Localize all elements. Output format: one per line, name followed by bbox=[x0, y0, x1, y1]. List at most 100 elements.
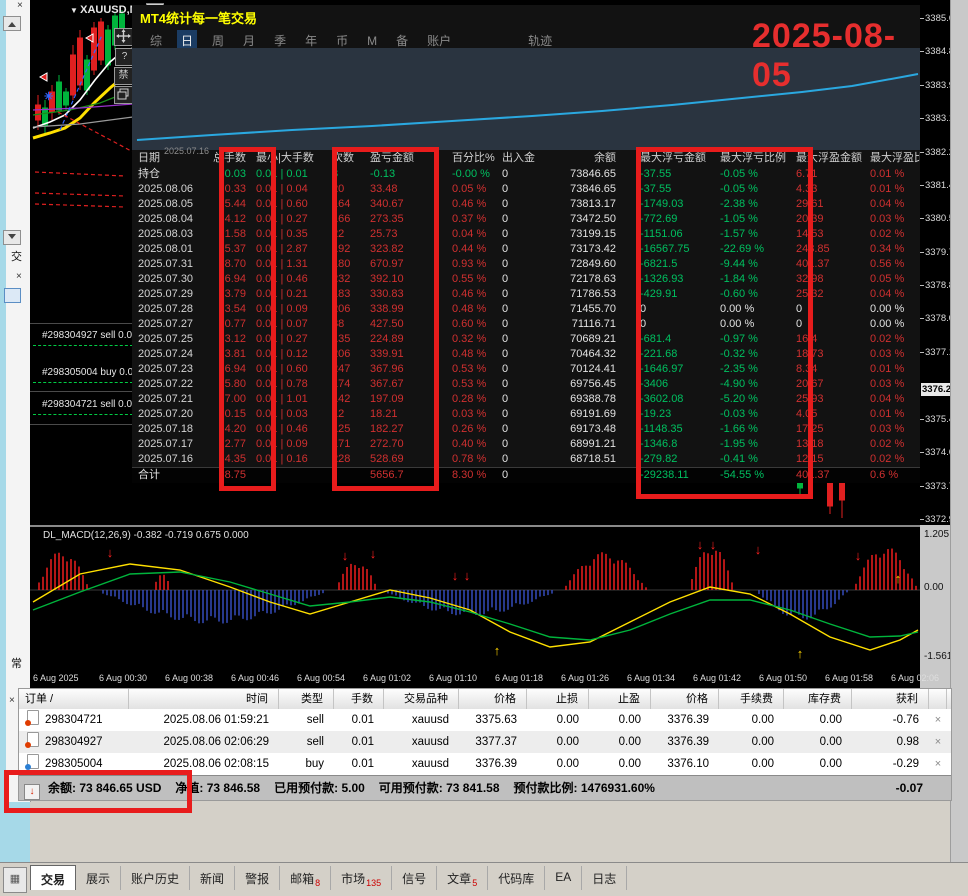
forbid-icon[interactable]: 禁 bbox=[114, 67, 133, 85]
order-cell-profit: 0.98 bbox=[896, 736, 919, 748]
order-cell-commission: 0.00 bbox=[751, 714, 774, 726]
time-tick: 6 Aug 2025 bbox=[33, 673, 79, 683]
terminal-tab-日志[interactable]: 日志 bbox=[582, 866, 628, 890]
terminal-tab-展示[interactable]: 展示 bbox=[76, 866, 122, 890]
orders-col-header[interactable]: 止盈 bbox=[589, 689, 651, 709]
dock-tab-common[interactable]: 常 bbox=[11, 655, 22, 671]
stats-cell: 0 bbox=[502, 378, 509, 390]
annotation-box-total-lots bbox=[219, 147, 276, 491]
orders-col-header[interactable]: 手数 bbox=[334, 689, 384, 709]
orders-col-header[interactable]: 交易品种 bbox=[384, 689, 459, 709]
stats-cell: 2025.08.03 bbox=[138, 228, 194, 240]
stats-cell: 2025.07.21 bbox=[138, 393, 194, 405]
terminal-tab-代码库[interactable]: 代码库 bbox=[488, 866, 546, 890]
order-cell-swap: 0.00 bbox=[819, 758, 842, 770]
scroll-down-button[interactable] bbox=[3, 230, 21, 245]
terminal-tab-文章[interactable]: 文章5 bbox=[437, 866, 489, 890]
orders-col-header[interactable]: 类型 bbox=[279, 689, 334, 709]
close-order-icon[interactable]: × bbox=[929, 709, 947, 731]
orders-col-header[interactable]: 时间 bbox=[129, 689, 279, 709]
summary-segment: 预付款比例: 1476931.60% bbox=[513, 781, 655, 795]
svg-text:↓: ↓ bbox=[342, 548, 349, 563]
terminal-tab-信号[interactable]: 信号 bbox=[392, 866, 438, 890]
order-row[interactable]: 298304927 2025.08.06 02:06:29 sell 0.01 xauu… bbox=[19, 731, 951, 753]
order-cell-tp: 0.00 bbox=[618, 714, 641, 726]
order-cell-swap: 0.00 bbox=[819, 736, 842, 748]
stats-cell: 2025.08.04 bbox=[138, 213, 194, 225]
calendar-icon[interactable] bbox=[4, 288, 21, 303]
stats-tab-M[interactable]: M bbox=[363, 32, 381, 50]
dock-tab-trade[interactable]: 交 bbox=[11, 248, 22, 264]
terminal-close-icon[interactable]: × bbox=[9, 696, 15, 706]
terminal-tab-邮箱[interactable]: 邮箱8 bbox=[280, 866, 332, 890]
terminal-tab-EA[interactable]: EA bbox=[545, 866, 583, 890]
macd-subwindow[interactable]: DL_MACD(12,26,9) -0.382 -0.719 0.675 0.0… bbox=[30, 525, 920, 671]
order-cell-sl: 0.00 bbox=[556, 736, 579, 748]
stats-cell: 2025.07.28 bbox=[138, 303, 194, 315]
summary-segment: 可用预付款: 73 841.58 bbox=[378, 781, 500, 795]
orders-col-header[interactable]: 订单 / bbox=[19, 689, 129, 709]
dropdown-arrow-icon: ▼ bbox=[70, 6, 81, 15]
orders-col-header[interactable]: 获利 bbox=[852, 689, 929, 709]
stats-cell: 0.28 % bbox=[452, 393, 487, 405]
col-header: 出入金 bbox=[502, 152, 535, 164]
stats-cell: 71786.53 bbox=[570, 288, 616, 300]
scroll-up-button[interactable] bbox=[3, 16, 21, 31]
time-tick: 6 Aug 02:06 bbox=[891, 673, 940, 683]
time-tick: 6 Aug 00:30 bbox=[99, 673, 148, 683]
close-order-icon[interactable]: × bbox=[929, 753, 947, 775]
orders-col-header[interactable]: 止损 bbox=[527, 689, 589, 709]
order-cell-price2: 3376.39 bbox=[667, 714, 709, 726]
order-cell-time: 2025.08.06 01:59:21 bbox=[163, 714, 269, 726]
stats-cell bbox=[546, 468, 618, 483]
stats-cell: 0 bbox=[502, 168, 509, 180]
order-cell-lots: 0.01 bbox=[351, 736, 374, 748]
current-price-badge: 3376.22 bbox=[921, 383, 957, 396]
terminal-tab-账户历史[interactable]: 账户历史 bbox=[121, 866, 191, 890]
time-axis[interactable]: 6 Aug 2025 6 Aug 00:30 6 Aug 00:38 6 Aug 00… bbox=[30, 668, 939, 688]
order-row[interactable]: 298304721 2025.08.06 01:59:21 sell 0.01 xauu… bbox=[19, 709, 951, 731]
stats-cell: 68991.21 bbox=[570, 438, 616, 450]
stats-cell: 0.46 % bbox=[452, 198, 487, 210]
stats-cell: 73846.65 bbox=[570, 183, 616, 195]
svg-text:✳: ✳ bbox=[44, 91, 53, 103]
dock-handle-icon[interactable]: ▦ bbox=[3, 867, 27, 893]
dock-close-icon[interactable]: × bbox=[16, 272, 22, 282]
dock-close-icon[interactable]: × bbox=[17, 1, 23, 11]
tab-badge: 5 bbox=[472, 878, 478, 888]
order-cell-type: sell bbox=[306, 714, 324, 726]
stats-cell: 0.02 % bbox=[870, 333, 905, 345]
terminal-tab-交易[interactable]: 交易 bbox=[30, 865, 77, 890]
stats-cell: 70464.32 bbox=[570, 348, 616, 360]
orders-col-header[interactable]: 价格 bbox=[459, 689, 527, 709]
orders-col-header[interactable]: 库存费 bbox=[784, 689, 852, 709]
stats-cell: 69191.69 bbox=[570, 408, 616, 420]
order-cell-profit: -0.29 bbox=[892, 758, 919, 770]
svg-text:↓: ↓ bbox=[755, 542, 762, 557]
move-tool-icon[interactable] bbox=[114, 28, 133, 46]
stats-cell: 0 bbox=[502, 393, 509, 405]
orders-table-header[interactable]: 订单 / 时间 类型 手数 交易品种 价格 止损 止盈 价格 手续费 库存费 获利 bbox=[19, 689, 951, 709]
orders-col-header[interactable]: 价格 bbox=[651, 689, 719, 709]
stats-cell: -0.00 % bbox=[452, 168, 490, 180]
window-restore-icon[interactable] bbox=[114, 86, 133, 104]
order-cell-tp: 0.00 bbox=[618, 758, 641, 770]
order-cell-type: buy bbox=[305, 758, 324, 770]
stats-cell: 持仓 bbox=[138, 168, 160, 180]
terminal-tab-警报[interactable]: 警报 bbox=[235, 866, 281, 890]
orders-col-header[interactable] bbox=[929, 689, 947, 709]
stats-cell: 0 bbox=[502, 333, 509, 345]
terminal-tab-bar: ▦ 交易 展示 账户历史 新闻 警报 邮箱8 市场135 信号 文章5 代码库 EA 日志 bbox=[0, 862, 968, 896]
terminal-tab-市场[interactable]: 市场135 bbox=[331, 866, 393, 890]
time-tick: 6 Aug 00:54 bbox=[297, 673, 346, 683]
time-tick: 6 Aug 01:34 bbox=[627, 673, 676, 683]
annotation-box-count-pl bbox=[332, 147, 439, 491]
svg-text:↓: ↓ bbox=[710, 537, 717, 552]
terminal-tab-新闻[interactable]: 新闻 bbox=[190, 866, 236, 890]
orders-col-header[interactable]: 手续费 bbox=[719, 689, 784, 709]
close-order-icon[interactable]: × bbox=[929, 731, 947, 753]
price-axis[interactable]: 3385.65 3384.80 3383.95 3383.10 3382.25 3381.… bbox=[919, 0, 959, 525]
stats-cell: 0.53 % bbox=[452, 378, 487, 390]
chevron-up-icon bbox=[8, 18, 16, 27]
stats-cell: 2025.07.23 bbox=[138, 363, 194, 375]
